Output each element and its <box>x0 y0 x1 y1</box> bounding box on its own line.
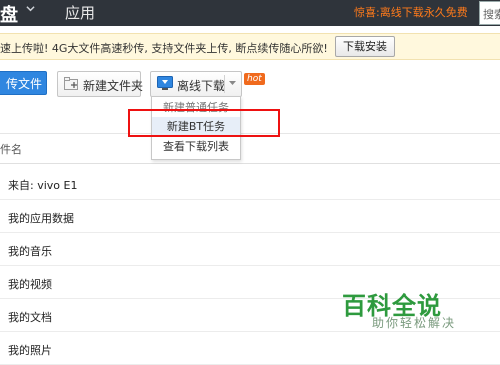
file-row[interactable]: 我的照片 <box>0 332 500 365</box>
list-header-divider <box>0 163 500 164</box>
notice-text: 速上传啦! 4G大文件高速秒传, 支持文件夹上传, 断点续传随心所欲! <box>0 42 328 55</box>
hot-badge: hot <box>244 73 265 85</box>
download-install-button[interactable]: 下载安装 <box>335 36 395 57</box>
button-separator <box>224 75 225 93</box>
notice-banner: 速上传啦! 4G大文件高速秒传, 支持文件夹上传, 断点续传随心所欲! 下载安装 <box>0 33 500 60</box>
new-folder-label: 新建文件夹 <box>83 79 144 93</box>
file-name[interactable]: 我的音乐 <box>8 243 52 259</box>
top-nav-bar: 盘 应用 惊喜:离线下载永久免费 搜索 <box>0 0 500 26</box>
file-name[interactable]: 我的文档 <box>8 309 52 325</box>
search-input[interactable]: 搜索 <box>479 1 500 25</box>
app-logo-text[interactable]: 盘 <box>0 1 18 27</box>
folder-plus-icon <box>64 77 78 90</box>
caret-down-icon[interactable] <box>229 81 236 86</box>
monitor-download-icon <box>157 76 173 90</box>
search-placeholder: 搜索 <box>483 8 500 21</box>
menu-item-view-download-list[interactable]: 查看下载列表 <box>152 137 240 157</box>
offline-download-button[interactable]: 离线下载 <box>150 71 242 97</box>
file-row[interactable]: 我的应用数据 <box>0 200 500 233</box>
nav-tab-apps[interactable]: 应用 <box>65 2 95 23</box>
chevron-down-icon[interactable] <box>26 4 35 13</box>
file-name[interactable]: 我的照片 <box>8 342 52 358</box>
file-name[interactable]: 我的应用数据 <box>8 210 74 226</box>
watermark-subtitle: 助你轻松解决 <box>372 316 457 330</box>
new-folder-button[interactable]: 新建文件夹 <box>57 71 144 97</box>
column-header-filename[interactable]: 件名 <box>0 141 22 157</box>
annotation-highlight-box <box>128 109 280 137</box>
file-name[interactable]: 来自: vivo E1 <box>8 177 77 193</box>
file-row[interactable]: 来自: vivo E1 <box>0 167 500 200</box>
upload-file-button[interactable]: 传文件 <box>0 71 47 95</box>
file-row[interactable]: 我的音乐 <box>0 233 500 266</box>
file-name[interactable]: 我的视频 <box>8 276 52 292</box>
offline-download-label: 离线下载 <box>177 79 226 93</box>
promo-link[interactable]: 惊喜:离线下载永久免费 <box>354 4 468 20</box>
